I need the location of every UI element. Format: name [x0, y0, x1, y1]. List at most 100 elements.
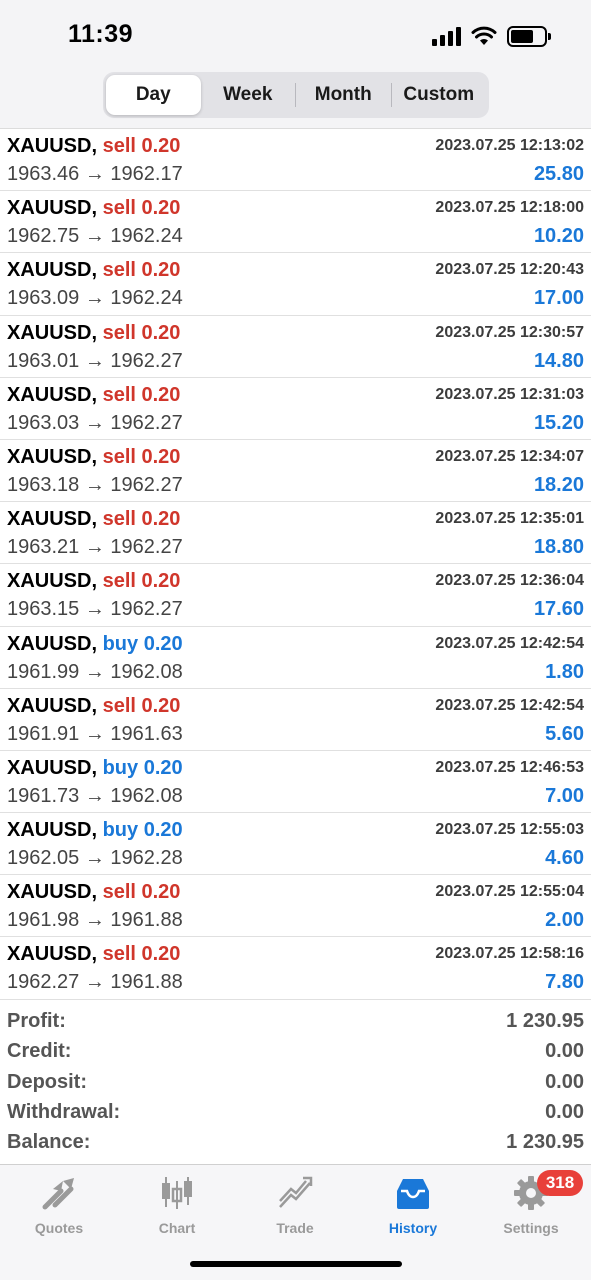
tab-week[interactable]: Week: [201, 75, 296, 115]
trade-side-volume: sell 0.20: [102, 321, 181, 344]
home-indicator[interactable]: [190, 1261, 402, 1267]
trade-symbol-line: XAUUSD, sell 0.20: [7, 695, 180, 718]
trade-row[interactable]: XAUUSD, buy 0.20 2023.07.25 12:46:53 1961.…: [0, 751, 591, 814]
trade-symbol-line: XAUUSD, sell 0.20: [7, 570, 180, 593]
trade-symbol-line: XAUUSD, sell 0.20: [7, 197, 180, 220]
trade-symbol: XAUUSD,: [7, 570, 98, 593]
summary-row: Credit: 0.00: [0, 1037, 591, 1067]
trade-profit: 17.60: [533, 598, 584, 621]
trade-row[interactable]: XAUUSD, sell 0.20 2023.07.25 12:35:01 1963…: [0, 502, 591, 565]
trade-time: 2023.07.25 12:13:02: [435, 137, 584, 154]
trade-symbol-line: XAUUSD, sell 0.20: [7, 259, 180, 282]
trade-side-volume: buy 0.20: [102, 632, 183, 655]
trade-prices: 1963.09 → 1962.24: [7, 287, 183, 310]
trade-trend-icon: [279, 1176, 313, 1208]
trade-profit: 25.80: [533, 163, 584, 185]
trade-symbol: XAUUSD,: [7, 321, 98, 344]
battery-icon: [507, 25, 551, 47]
top-header: 11:39 Day Week Month Custom: [0, 0, 591, 128]
trade-prices: 1963.21 → 1962.27: [7, 536, 183, 559]
trade-prices: 1963.01 → 1962.27: [7, 349, 183, 372]
trade-symbol-line: XAUUSD, buy 0.20: [7, 633, 183, 656]
tab-chart[interactable]: Chart: [127, 1171, 227, 1237]
summary-row: Deposit: 0.00: [0, 1068, 591, 1098]
period-segmented-control: Day Week Month Custom: [103, 72, 489, 118]
trade-row[interactable]: XAUUSD, sell 0.20 2023.07.25 12:18:00 1962…: [0, 191, 591, 254]
tab-custom[interactable]: Custom: [392, 75, 487, 115]
trade-row[interactable]: XAUUSD, sell 0.20 2023.07.25 12:13:02 1963…: [0, 129, 591, 192]
tab-quotes[interactable]: Quotes: [9, 1171, 109, 1237]
trade-time: 2023.07.25 12:18:00: [435, 199, 584, 217]
trade-profit: 14.80: [533, 349, 584, 372]
summary-label: Balance:: [7, 1131, 91, 1154]
tab-history[interactable]: History: [363, 1171, 463, 1237]
trade-symbol: XAUUSD,: [7, 819, 98, 842]
trade-symbol: XAUUSD,: [7, 943, 98, 966]
trade-prices: 1963.15 → 1962.27: [7, 598, 183, 621]
trade-side-volume: sell 0.20: [102, 508, 181, 531]
trade-row[interactable]: XAUUSD, sell 0.20 2023.07.25 12:42:54 1961…: [0, 689, 591, 751]
trade-time: 2023.07.25 12:55:04: [435, 883, 584, 901]
trade-prices: 1961.73 → 1962.08: [7, 784, 183, 807]
trade-row[interactable]: XAUUSD, sell 0.20 2023.07.25 12:30:57 1963…: [0, 316, 591, 378]
summary-value: 1 230.95: [506, 1131, 584, 1154]
trade-symbol-line: XAUUSD, sell 0.20: [7, 384, 180, 407]
trade-symbol: XAUUSD,: [7, 197, 98, 220]
trade-row[interactable]: XAUUSD, buy 0.20 2023.07.25 12:42:54 1961.…: [0, 627, 591, 689]
tab-trade[interactable]: Trade: [245, 1171, 345, 1237]
trade-profit: 10.20: [533, 225, 584, 248]
trade-symbol: XAUUSD,: [7, 508, 98, 531]
trade-history-list: XAUUSD, sell 0.20 2023.07.25 12:13:02 1963…: [0, 128, 591, 1000]
trade-time: 2023.07.25 12:30:57: [435, 323, 584, 341]
trade-side-volume: sell 0.20: [102, 943, 181, 966]
trade-profit: 1.80: [545, 660, 584, 683]
summary-label: Withdrawal:: [7, 1100, 121, 1123]
trade-row[interactable]: XAUUSD, sell 0.20 2023.07.25 12:36:04 1963…: [0, 564, 591, 627]
cellular-signal-icon: [432, 26, 461, 46]
trade-side-volume: sell 0.20: [102, 197, 181, 220]
trade-prices: 1963.18 → 1962.27: [7, 473, 183, 496]
trade-symbol-line: XAUUSD, sell 0.20: [7, 943, 180, 966]
trade-prices: 1962.75 → 1962.24: [7, 225, 183, 248]
tab-day[interactable]: Day: [106, 75, 201, 115]
trade-time: 2023.07.25 12:34:07: [435, 447, 584, 465]
summary-row: Profit: 1 230.95: [0, 1007, 591, 1037]
trade-symbol-line: XAUUSD, sell 0.20: [7, 322, 180, 345]
trade-side-volume: buy 0.20: [102, 756, 183, 779]
history-inbox-icon: [397, 1179, 429, 1209]
trade-row[interactable]: XAUUSD, sell 0.20 2023.07.25 12:58:16 1962…: [0, 937, 591, 1000]
tab-month[interactable]: Month: [296, 75, 391, 115]
settings-notification-badge: 318: [537, 1170, 583, 1196]
trade-row[interactable]: XAUUSD, sell 0.20 2023.07.25 12:20:43 1963…: [0, 253, 591, 316]
candlestick-chart-icon: [162, 1177, 192, 1209]
trade-row[interactable]: XAUUSD, sell 0.20 2023.07.25 12:34:07 1963…: [0, 440, 591, 503]
summary-label: Deposit:: [7, 1070, 87, 1093]
trade-row[interactable]: XAUUSD, buy 0.20 2023.07.25 12:55:03 1962.…: [0, 813, 591, 876]
summary-value: 0.00: [545, 1100, 584, 1123]
trade-profit: 7.80: [545, 971, 584, 994]
trade-symbol: XAUUSD,: [7, 694, 98, 717]
summary-value: 0.00: [545, 1070, 584, 1093]
trade-time: 2023.07.25 12:46:53: [435, 758, 584, 776]
trade-row[interactable]: XAUUSD, sell 0.20 2023.07.25 12:55:04 1961…: [0, 875, 591, 938]
trade-profit: 7.00: [545, 784, 584, 807]
trade-symbol-line: XAUUSD, sell 0.20: [7, 446, 180, 469]
trade-symbol-line: XAUUSD, sell 0.20: [7, 881, 180, 904]
trade-symbol: XAUUSD,: [7, 445, 98, 468]
quotes-arrows-icon: [42, 1178, 74, 1210]
trade-prices: 1961.99 → 1962.08: [7, 660, 183, 683]
trade-symbol-line: XAUUSD, buy 0.20: [7, 819, 183, 842]
summary-row: Balance: 1 230.95: [0, 1128, 591, 1158]
trade-side-volume: sell 0.20: [102, 445, 181, 468]
trade-side-volume: sell 0.20: [102, 881, 181, 904]
summary-label: Credit:: [7, 1040, 72, 1063]
trade-profit: 15.20: [533, 411, 584, 434]
trade-prices: 1961.91 → 1961.63: [7, 722, 183, 745]
summary-value: 0.00: [545, 1040, 584, 1063]
trade-time: 2023.07.25 12:58:16: [435, 945, 584, 963]
trade-time: 2023.07.25 12:20:43: [435, 261, 584, 279]
trade-symbol-line: XAUUSD, sell 0.20: [7, 135, 180, 158]
trade-prices: 1963.03 → 1962.27: [7, 411, 183, 434]
trade-row[interactable]: XAUUSD, sell 0.20 2023.07.25 12:31:03 1963…: [0, 378, 591, 440]
trade-symbol: XAUUSD,: [7, 259, 98, 282]
